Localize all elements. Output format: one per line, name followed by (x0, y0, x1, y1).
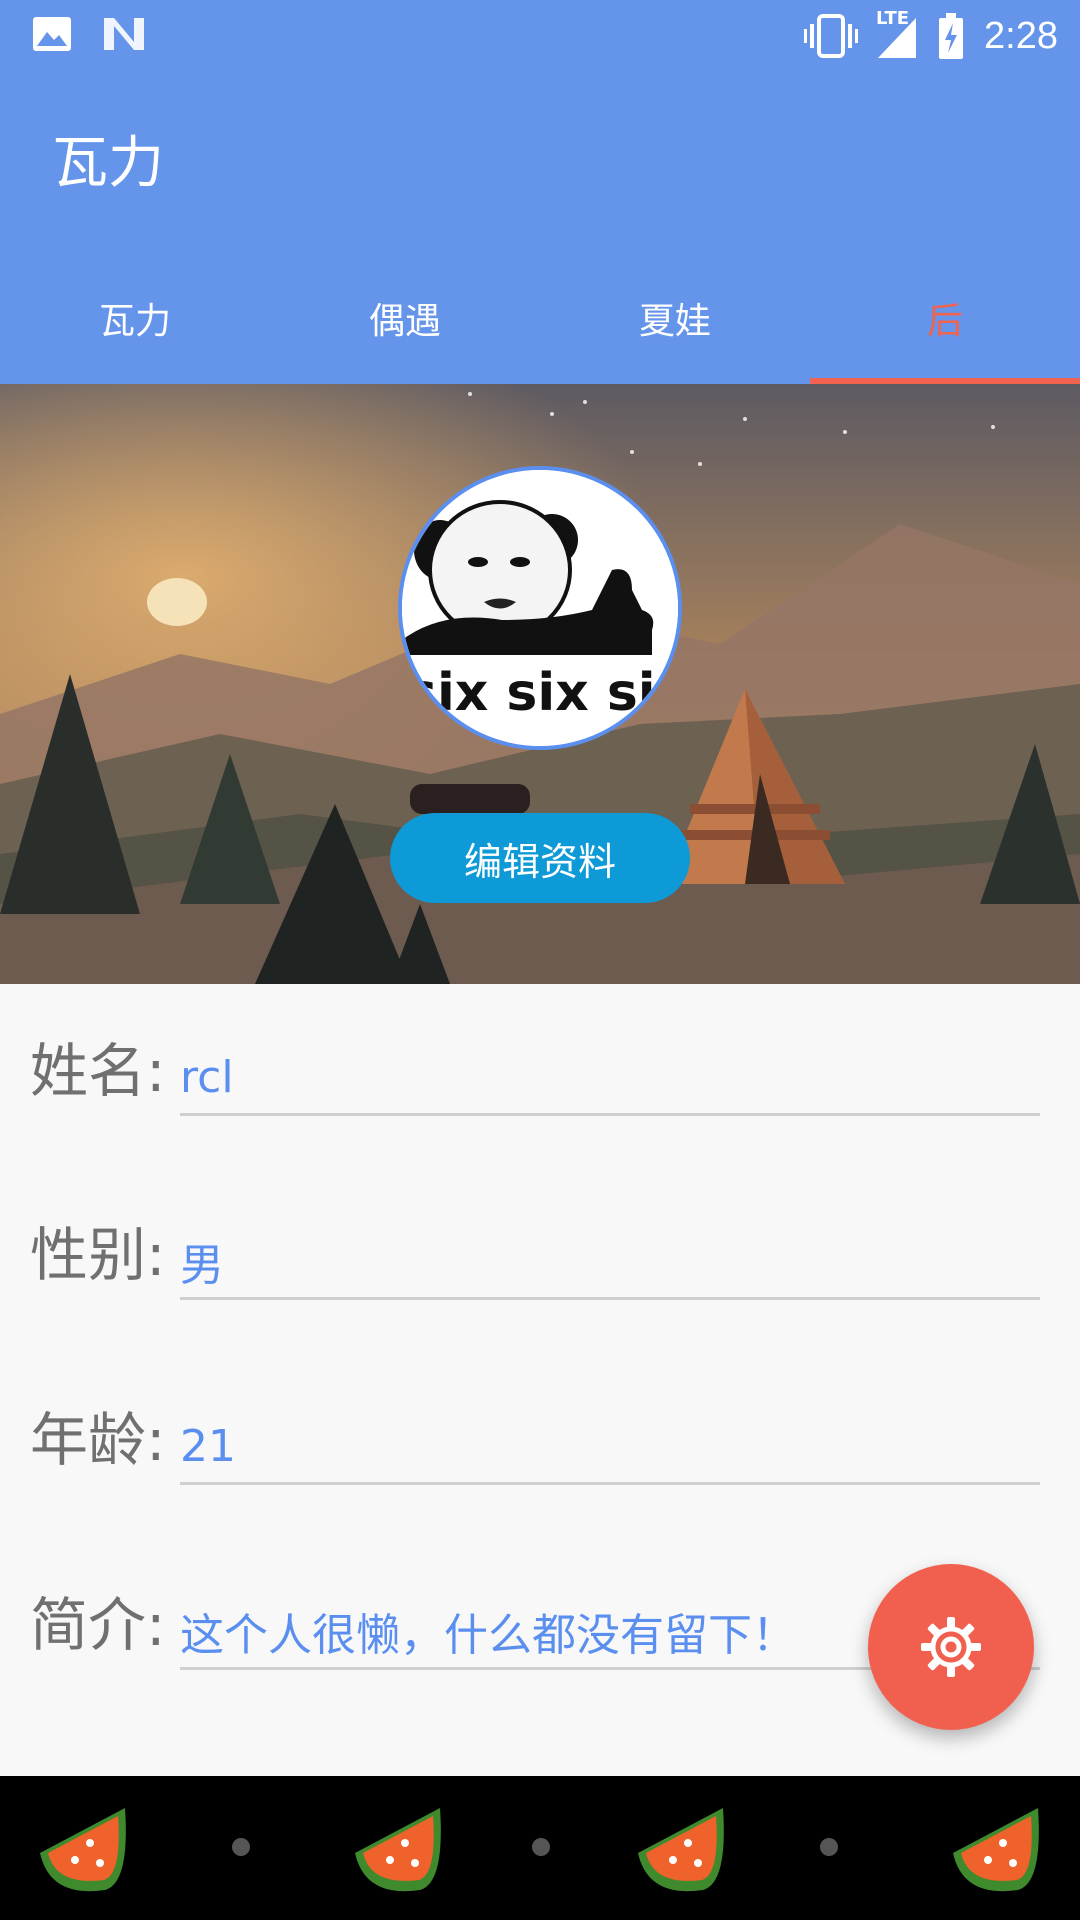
strip-dot (532, 1838, 550, 1856)
n-icon (102, 16, 146, 52)
gender-field[interactable]: 男 (180, 1225, 1040, 1300)
age-label: 年龄: (30, 1406, 166, 1474)
status-time: 2:28 (984, 14, 1058, 57)
network-label: LTE (876, 8, 910, 29)
app-title: 瓦力 (52, 131, 164, 196)
status-bar: LTE 2:28 (0, 0, 1080, 72)
app-bar: 瓦力 瓦力 偶遇 夏娃 后 (0, 72, 1080, 384)
bio-label: 简介: (30, 1591, 166, 1659)
strip-dot (232, 1838, 250, 1856)
panda-meme-image: six six six (402, 470, 678, 746)
strip-dot (820, 1838, 838, 1856)
image-icon (32, 16, 72, 52)
settings-fab[interactable] (868, 1564, 1034, 1730)
tab-hou[interactable]: 后 (810, 252, 1080, 384)
watermelon-icon (953, 1808, 1039, 1892)
vibrate-icon (804, 14, 859, 58)
field-gender: 性别: 男 (30, 1210, 1040, 1300)
tab-bar: 瓦力 偶遇 夏娃 后 (0, 252, 1080, 384)
name-field[interactable]: rcl (180, 1041, 1040, 1116)
tab-xiawa[interactable]: 夏娃 (540, 252, 810, 384)
gender-label: 性别: (30, 1221, 166, 1289)
edit-profile-button[interactable]: 编辑资料 (390, 813, 690, 903)
gear-icon (921, 1617, 981, 1677)
watermelon-icon (638, 1808, 724, 1892)
name-label: 姓名: (30, 1037, 166, 1105)
age-field[interactable]: 21 (180, 1410, 1040, 1485)
field-name: 姓名: rcl (30, 1026, 1040, 1116)
watermelon-icon (355, 1808, 441, 1892)
tab-ouyu[interactable]: 偶遇 (270, 252, 540, 384)
signal-icon: LTE (876, 8, 918, 58)
field-age: 年龄: 21 (30, 1395, 1040, 1485)
tab-wali[interactable]: 瓦力 (0, 252, 270, 384)
avatar[interactable]: six six six (398, 466, 682, 750)
battery-charging-icon (938, 13, 964, 59)
watermelon-icon (40, 1808, 126, 1892)
